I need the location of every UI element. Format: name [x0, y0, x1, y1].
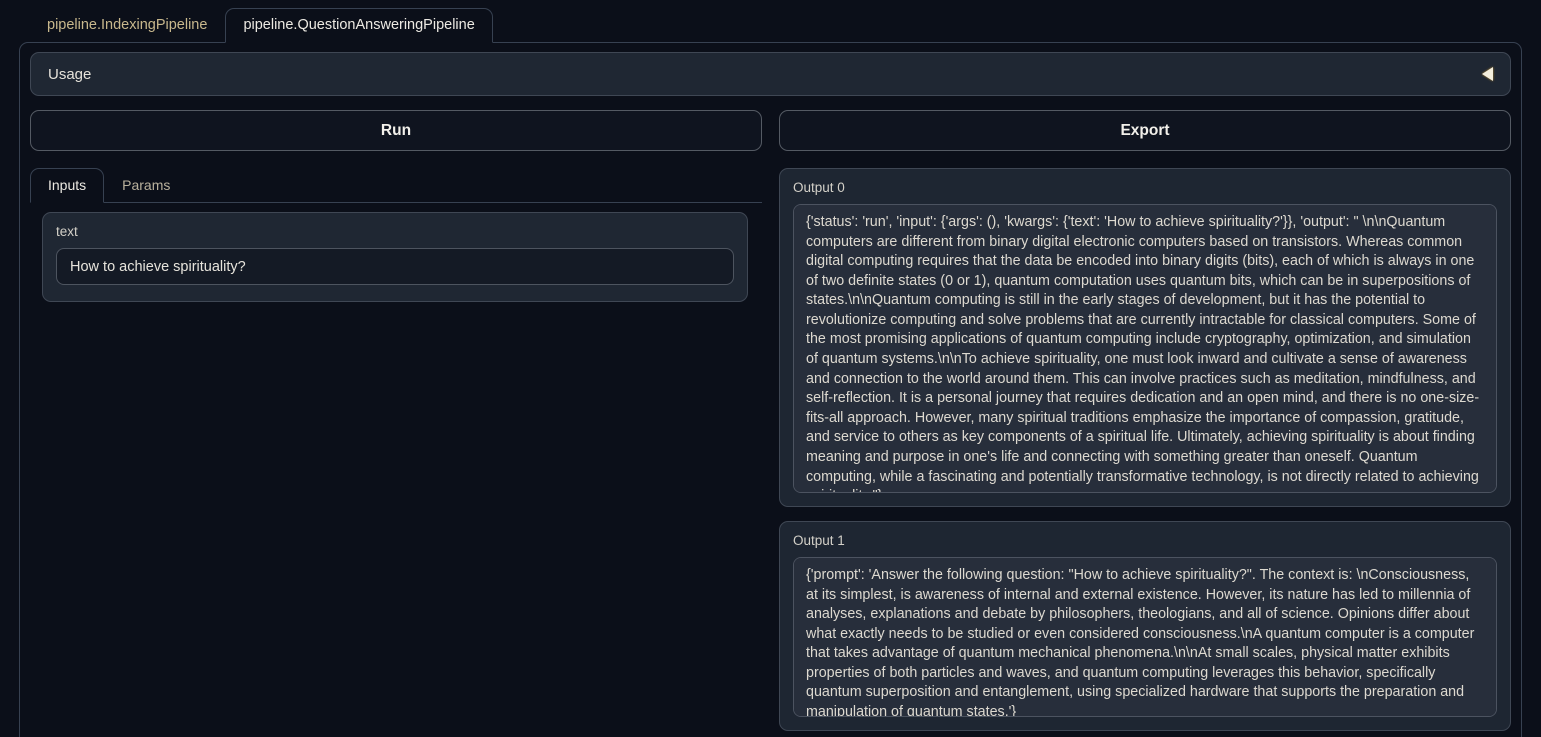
output-1-textarea[interactable]: {'prompt': 'Answer the following questio… — [793, 557, 1497, 717]
collapse-arrow-icon — [1482, 67, 1493, 81]
tab-indexing-pipeline[interactable]: pipeline.IndexingPipeline — [29, 8, 225, 43]
tab-inputs[interactable]: Inputs — [30, 168, 104, 203]
output-0-textarea[interactable]: {'status': 'run', 'input': {'args': (), … — [793, 204, 1497, 493]
run-button[interactable]: Run — [30, 110, 762, 151]
text-field-label: text — [56, 224, 734, 239]
tab-params[interactable]: Params — [104, 168, 188, 203]
output-1-label: Output 1 — [793, 533, 1497, 548]
tab-question-answering-pipeline[interactable]: pipeline.QuestionAnsweringPipeline — [225, 8, 492, 43]
left-column: Run Inputs Params text — [30, 110, 762, 737]
pipeline-tab-panel: Usage Run Inputs Params text Export Outp… — [19, 42, 1522, 737]
content-columns: Run Inputs Params text Export Output 0 {… — [30, 110, 1511, 737]
text-input[interactable] — [56, 248, 734, 285]
usage-accordion-label: Usage — [48, 66, 91, 83]
text-input-group: text — [42, 212, 748, 302]
usage-accordion[interactable]: Usage — [30, 52, 1511, 96]
output-1-panel: Output 1 {'prompt': 'Answer the followin… — [779, 521, 1511, 731]
pipeline-tabbar: pipeline.IndexingPipeline pipeline.Quest… — [19, 8, 1522, 43]
output-0-panel: Output 0 {'status': 'run', 'input': {'ar… — [779, 168, 1511, 507]
right-column: Export Output 0 {'status': 'run', 'input… — [779, 110, 1511, 737]
inputs-params-tabbar: Inputs Params — [30, 168, 762, 203]
export-button[interactable]: Export — [779, 110, 1511, 151]
output-0-label: Output 0 — [793, 180, 1497, 195]
